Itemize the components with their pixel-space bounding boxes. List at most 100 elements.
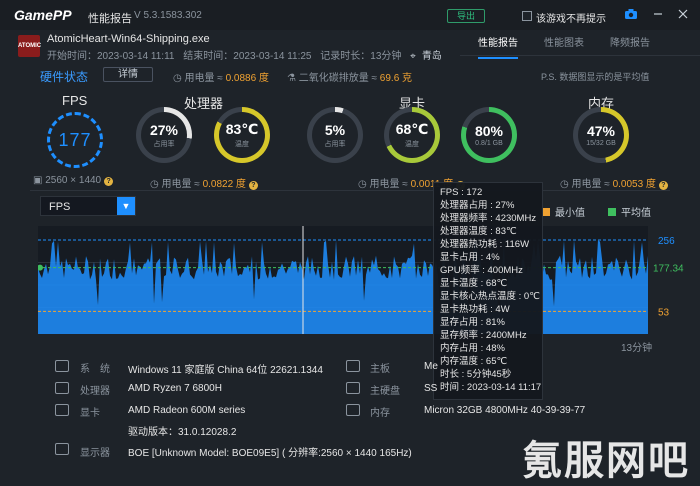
tooltip-row: 显存频率 : 2400MHz <box>440 330 527 341</box>
vram-value: 80% <box>474 123 504 139</box>
tooltip-row: 内存占用 : 48% <box>440 343 505 354</box>
start-time: 开始时间：2023-03-14 11:11 <box>47 51 175 62</box>
tooltip-row: 处理器占用 : 27% <box>440 200 515 211</box>
version-label: V 5.3.1583.302 <box>134 10 202 21</box>
co2-emission: ⚗ 二氧化碳排放量 ≈ 69.6 克 <box>287 69 412 84</box>
tooltip-row: 处理器温度 : 83℃ <box>440 226 517 237</box>
gpu-temp-label: 温度 <box>405 141 419 148</box>
tooltip-row: 显卡核心热点温度 : 0℃ <box>440 291 540 302</box>
game-icon: ATOMIC <box>18 35 41 57</box>
tooltip-row: 显卡热功耗 : 4W <box>440 304 510 315</box>
os-label: 系 统 <box>80 364 110 375</box>
details-button[interactable]: 详情 <box>103 67 153 82</box>
fps-gauge: 177 <box>47 112 103 168</box>
disk-label: 主硬盘 <box>370 386 400 397</box>
gpu-temp-gauge: 68℃ 温度 <box>384 107 440 163</box>
metric-select[interactable]: FPS ▼ <box>40 196 136 216</box>
tooltip-row: 处理器频率 : 4230MHz <box>440 213 537 224</box>
cpu-power-label: 用电量 ≈ <box>161 179 203 190</box>
watermark: 氪服网吧 <box>522 439 690 483</box>
mem-label: 内存 <box>370 408 390 419</box>
legend-min: 最小值 <box>542 204 585 219</box>
total-power: ◷ 用电量 ≈ 0.0886 度 <box>173 69 269 84</box>
resolution: ▣ 2560 × 1440? <box>33 175 114 186</box>
help-icon[interactable]: ? <box>248 181 258 190</box>
board-value: Me <box>424 361 438 372</box>
help-icon[interactable]: ? <box>658 181 668 190</box>
export-button[interactable]: 导出 <box>447 9 485 23</box>
gpu-icon <box>55 404 69 416</box>
minimize-icon[interactable] <box>651 8 665 22</box>
monitor-icon <box>55 443 69 455</box>
co2-value: 69.6 克 <box>379 73 413 84</box>
power-icon: ◷ <box>150 179 162 190</box>
mem-value: Micron 32GB 4800MHz 40-39-39-77 <box>424 405 586 416</box>
memory-power-label: 用电量 ≈ <box>571 179 613 190</box>
hardware-status-title: 硬件状态 <box>40 70 89 84</box>
power-icon: ◷ <box>560 179 572 190</box>
tooltip-row: 显卡温度 : 68℃ <box>440 278 508 289</box>
tooltip-row: 时长 : 5分钟45秒 <box>440 369 512 380</box>
co2-label: 二氧化碳排放量 ≈ <box>298 73 380 84</box>
location-pin-icon: ⌖ <box>410 51 416 62</box>
app-logo: GamePP <box>14 7 72 23</box>
legend-min-label: 最小值 <box>555 208 585 219</box>
chart-tooltip: FPS : 172 处理器占用 : 27% 处理器频率 : 4230MHz 处理… <box>433 182 543 400</box>
power-icon: ◷ <box>173 73 185 84</box>
power-icon: ◷ <box>358 179 370 190</box>
memory-value: 47% <box>586 123 616 139</box>
disk-icon <box>346 382 360 394</box>
cpu-value: AMD Ryzen 7 6800H <box>128 383 222 394</box>
leaf-icon: ⚗ <box>287 73 299 84</box>
y-tick-min: 53 <box>658 307 670 318</box>
x-axis-label: 13分钟 <box>621 343 653 354</box>
cpu-label: 处理器 <box>80 386 110 397</box>
end-time: 结束时间：2023-03-14 11:25 <box>183 51 312 62</box>
no-show-checkbox[interactable] <box>522 11 532 21</box>
disk-value: SS <box>424 383 438 394</box>
gpu-temp-value: 68℃ <box>395 121 429 137</box>
tooltip-row: 内存温度 : 65℃ <box>440 356 508 367</box>
cpu-icon <box>55 382 69 394</box>
window-title: 性能报告 <box>88 13 132 25</box>
cpu-usage-gauge: 27% 占用率 <box>136 107 192 163</box>
close-icon[interactable] <box>676 8 690 22</box>
fps-chart[interactable]: 256 177.34 53 <box>38 226 688 336</box>
memory-label: 15/32 GB <box>586 140 616 147</box>
tooltip-row: 时间 : 2023-03-14 11:17 <box>440 382 542 393</box>
tab-divider <box>460 55 700 56</box>
title-bar: GamePP 性能报告 V 5.3.1583.302 导出 该游戏不再提示 <box>0 0 700 30</box>
legend-avg-swatch <box>608 207 616 216</box>
tooltip-row: 显存占用 : 81% <box>440 317 505 328</box>
cpu-usage-label: 占用率 <box>153 140 175 148</box>
help-icon[interactable]: ? <box>104 177 114 186</box>
gpu-usage-gauge: 5% 占用率 <box>307 107 363 163</box>
cpu-power-value: 0.0822 度 <box>202 179 246 190</box>
driver-version: 驱动版本：31.0.12028.2 <box>128 427 237 438</box>
memory-icon <box>346 404 360 416</box>
cpu-usage-value: 27% <box>149 121 179 138</box>
gpu-power-label: 用电量 ≈ <box>369 179 411 190</box>
legend-avg: 平均值 <box>608 204 651 219</box>
gpu-label: 显卡 <box>80 408 100 419</box>
os-value: Windows 11 家庭版 China 64位 22621.1344 <box>128 365 323 376</box>
cpu-temp-label: 温度 <box>235 141 249 148</box>
no-show-label[interactable]: 该游戏不再提示 <box>536 10 606 25</box>
cpu-temp-gauge: 83℃ 温度 <box>214 107 270 163</box>
camera-icon[interactable] <box>624 8 638 22</box>
tooltip-row: 处理器热功耗 : 116W <box>440 239 530 250</box>
duration: 记录时长：13分钟 <box>320 51 402 62</box>
monitor-icon: ▣ <box>33 175 46 186</box>
display-value: BOE [Unknown Model: BOE09E5] ( 分辨率:2560 … <box>128 448 412 459</box>
total-power-value: 0.0886 度 <box>225 73 269 84</box>
cpu-temp-value: 83℃ <box>225 121 259 137</box>
memory-power: ◷ 用电量 ≈ 0.0053 度? <box>560 175 668 190</box>
memory-gauge: 47% 15/32 GB <box>573 107 629 163</box>
tooltip-row: FPS : 172 <box>440 187 483 198</box>
legend-avg-label: 平均值 <box>621 208 651 219</box>
memory-power-value: 0.0053 度 <box>612 179 656 190</box>
chevron-down-icon[interactable]: ▼ <box>117 197 135 215</box>
resolution-value: 2560 × 1440 <box>45 175 102 186</box>
gpu-value: AMD Radeon 600M series <box>128 405 246 416</box>
fps-value: 177 <box>58 129 92 150</box>
